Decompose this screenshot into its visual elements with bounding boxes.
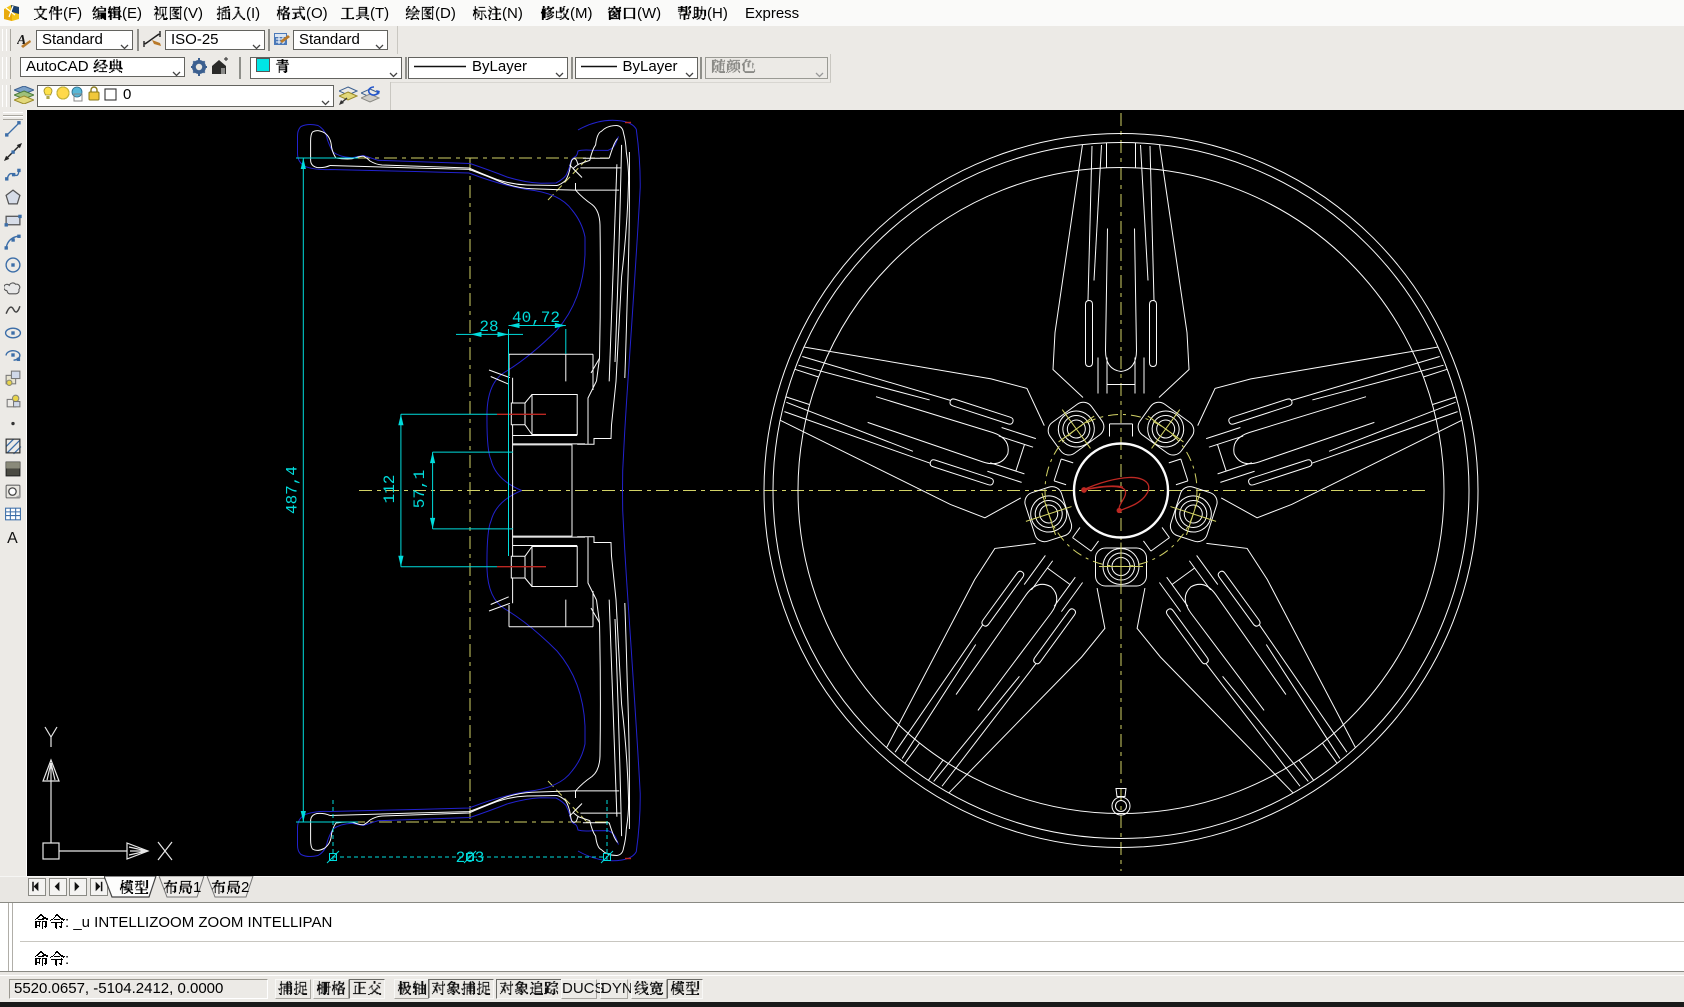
svg-text:112: 112 bbox=[381, 475, 399, 504]
svg-text:203: 203 bbox=[456, 849, 485, 867]
svg-text:487,4: 487,4 bbox=[284, 466, 302, 514]
svg-text:40,72: 40,72 bbox=[512, 309, 560, 327]
svg-text:57,1: 57,1 bbox=[411, 470, 429, 508]
svg-text:A: A bbox=[7, 530, 18, 546]
svg-text:28: 28 bbox=[479, 318, 498, 336]
